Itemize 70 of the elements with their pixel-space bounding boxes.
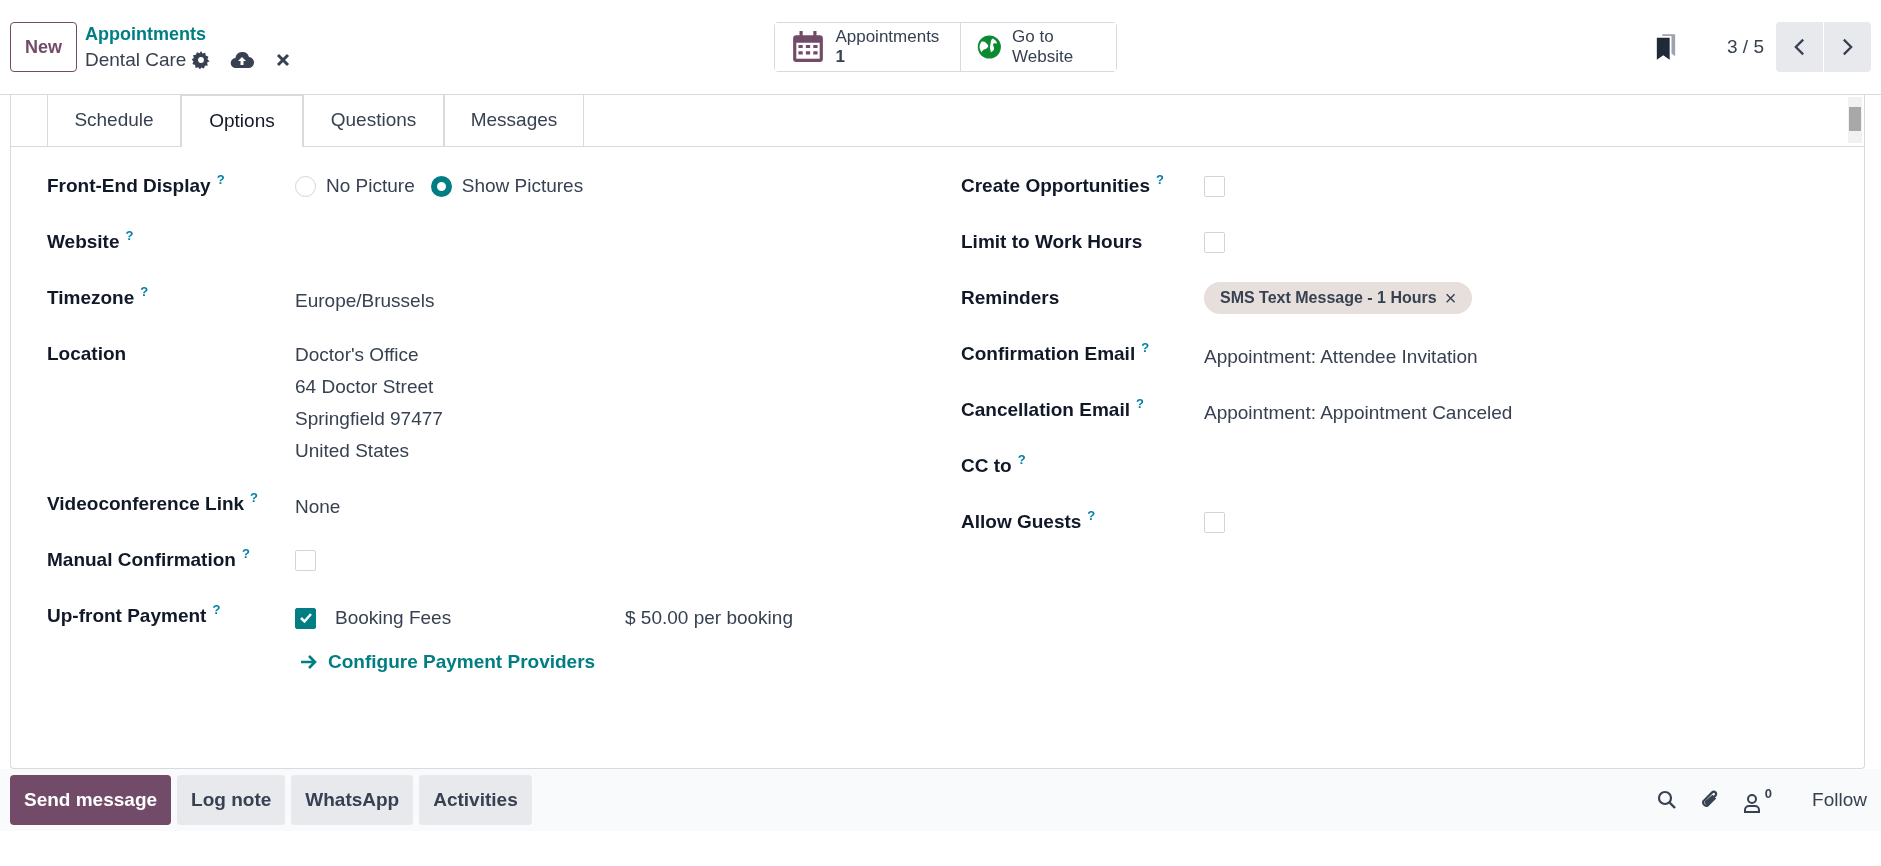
pager-value: 3 / 5 bbox=[1727, 34, 1764, 59]
address-line: 64 Doctor Street bbox=[295, 375, 435, 399]
field-label: Location bbox=[47, 342, 127, 366]
configure-link[interactable]: Configure Payment Providers bbox=[300, 647, 793, 677]
field-label: Reminders bbox=[961, 286, 1060, 310]
checkbox[interactable] bbox=[295, 607, 316, 629]
field-label: Manual Confirmation bbox=[47, 548, 236, 572]
chatter-button[interactable]: Send message bbox=[10, 775, 172, 825]
address-line: Springfield 97477 bbox=[295, 407, 443, 431]
help-icon[interactable]: ? bbox=[1135, 397, 1144, 411]
help-icon[interactable]: ? bbox=[241, 547, 250, 561]
radio-option[interactable]: No Picture bbox=[295, 171, 415, 201]
chatter-button[interactable]: Activities bbox=[419, 775, 532, 825]
follow-button[interactable]: Follow bbox=[1812, 785, 1867, 815]
help-icon[interactable]: ? bbox=[140, 285, 149, 299]
chatter-button[interactable]: WhatsApp bbox=[291, 775, 414, 825]
smart-button[interactable]: Appointments 1 bbox=[775, 23, 962, 71]
field-label: Website bbox=[47, 230, 120, 254]
address-line: United States bbox=[295, 439, 411, 463]
tab[interactable]: Questions bbox=[303, 95, 444, 147]
address-line: Doctor's Office bbox=[295, 343, 420, 367]
help-icon[interactable]: ? bbox=[250, 491, 259, 505]
tab[interactable]: Schedule bbox=[47, 95, 181, 147]
field-label: Limit to Work Hours bbox=[961, 230, 1143, 254]
field-label: Front-End Display bbox=[47, 174, 211, 198]
field-value: $ 50.00 per booking bbox=[625, 606, 793, 630]
field-label: Up-front Payment bbox=[47, 604, 207, 628]
tag: SMS Text Message - 1 Hours × bbox=[1204, 282, 1473, 314]
record-title: Dental Care bbox=[85, 48, 187, 72]
followers-button[interactable]: 0 bbox=[1742, 787, 1773, 813]
chevron-left-icon bbox=[1794, 37, 1805, 57]
field-label: Allow Guests bbox=[961, 510, 1082, 534]
field-label: CC to bbox=[961, 454, 1012, 478]
search-icon[interactable] bbox=[1656, 790, 1677, 810]
field-value: Appointment: Attendee Invitation bbox=[1204, 345, 1478, 369]
close-icon[interactable] bbox=[276, 52, 291, 67]
field-value: Appointment: Appointment Canceled bbox=[1204, 401, 1513, 425]
field-label: Videoconference Link bbox=[47, 492, 245, 516]
field-label: Confirmation Email bbox=[961, 342, 1136, 366]
cloud-upload-icon[interactable] bbox=[230, 50, 255, 69]
breadcrumb-link[interactable]: Appointments bbox=[85, 22, 291, 47]
remove-tag-button[interactable]: × bbox=[1444, 288, 1457, 308]
field-label: Create Opportunities bbox=[961, 174, 1150, 198]
help-icon[interactable]: ? bbox=[1087, 509, 1096, 523]
arrow-right-icon bbox=[300, 654, 318, 670]
new-button[interactable]: New bbox=[10, 22, 77, 72]
chatter-button[interactable]: Log note bbox=[177, 775, 286, 825]
globe-icon bbox=[977, 32, 1003, 62]
tab[interactable]: Options bbox=[181, 95, 303, 147]
help-icon[interactable]: ? bbox=[125, 229, 134, 243]
field-label: Timezone bbox=[47, 286, 135, 310]
help-icon[interactable]: ? bbox=[1017, 453, 1026, 467]
check-icon bbox=[298, 611, 313, 625]
bookmark-icon[interactable] bbox=[1655, 33, 1677, 61]
person-icon bbox=[1742, 793, 1761, 813]
scrollbar[interactable] bbox=[1848, 97, 1862, 143]
help-icon[interactable]: ? bbox=[1156, 173, 1164, 187]
field-value: None bbox=[295, 495, 341, 519]
help-icon[interactable]: ? bbox=[216, 173, 225, 187]
calendar-icon bbox=[791, 30, 826, 64]
field-value: Europe/Brussels bbox=[295, 289, 435, 313]
radio-button[interactable] bbox=[430, 175, 452, 197]
radio-option[interactable]: Show Pictures bbox=[430, 171, 584, 201]
option-label: Booking Fees bbox=[335, 606, 453, 630]
help-icon[interactable]: ? bbox=[1141, 341, 1150, 355]
field-label: Cancellation Email bbox=[961, 398, 1130, 422]
help-icon[interactable]: ? bbox=[212, 603, 221, 617]
chevron-right-icon bbox=[1842, 37, 1853, 57]
tab[interactable]: Messages bbox=[444, 95, 584, 147]
settings-icon[interactable] bbox=[192, 50, 211, 69]
